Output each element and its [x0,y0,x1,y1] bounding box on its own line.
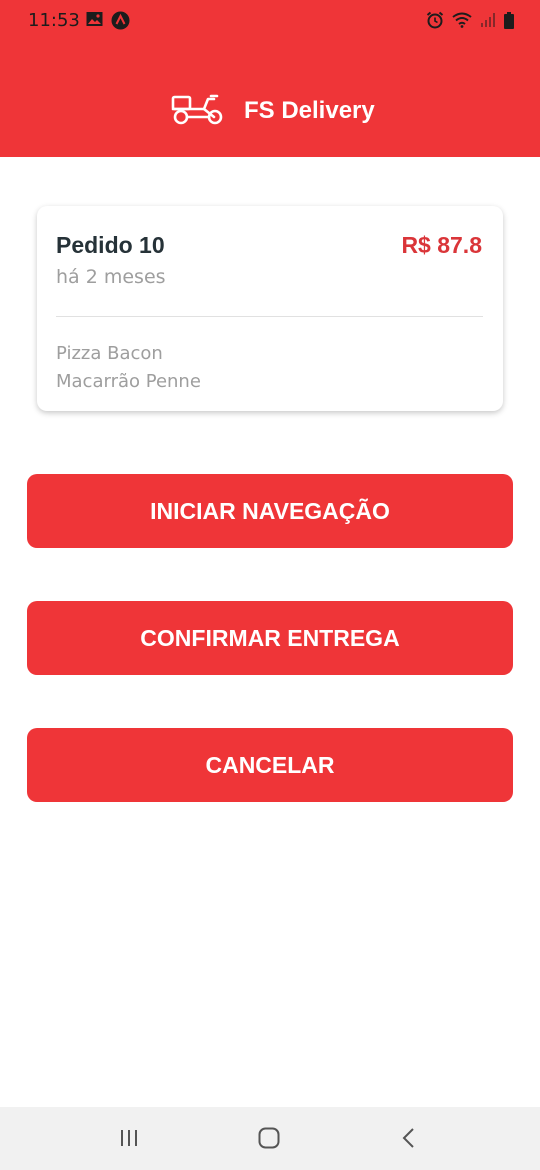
signal-icon [480,12,496,33]
status-left-icons [86,11,130,35]
order-item: Macarrão Penne [56,371,201,392]
system-navigation-bar [0,1107,540,1170]
start-navigation-button[interactable]: INICIAR NAVEGAÇÃO [27,474,513,548]
home-icon[interactable] [257,1127,281,1154]
status-time: 11:53 [28,10,80,31]
brand: FS Delivery [170,90,375,131]
order-divider [56,316,483,317]
order-card: Pedido 10 R$ 87.8 há 2 meses Pizza Bacon… [37,206,503,411]
confirm-delivery-button[interactable]: CONFIRMAR ENTREGA [27,601,513,675]
recent-apps-icon[interactable] [118,1127,140,1154]
status-right-icons [426,11,514,34]
app-title: FS Delivery [244,96,375,124]
battery-icon [504,11,514,34]
delivery-scooter-icon [170,90,226,131]
order-time: há 2 meses [56,266,166,288]
order-title: Pedido 10 [56,232,165,258]
back-icon[interactable] [400,1127,418,1154]
app-header: FS Delivery [0,40,540,157]
app-notification-icon [111,11,130,35]
cancel-button[interactable]: CANCELAR [27,728,513,802]
status-bar: 11:53 [0,0,540,40]
order-price: R$ 87.8 [401,232,482,258]
order-item: Pizza Bacon [56,343,163,364]
alarm-icon [426,11,444,34]
order-items-list: Pizza Bacon Macarrão Penne [56,340,201,396]
gallery-icon [86,11,103,35]
wifi-icon [452,12,472,33]
